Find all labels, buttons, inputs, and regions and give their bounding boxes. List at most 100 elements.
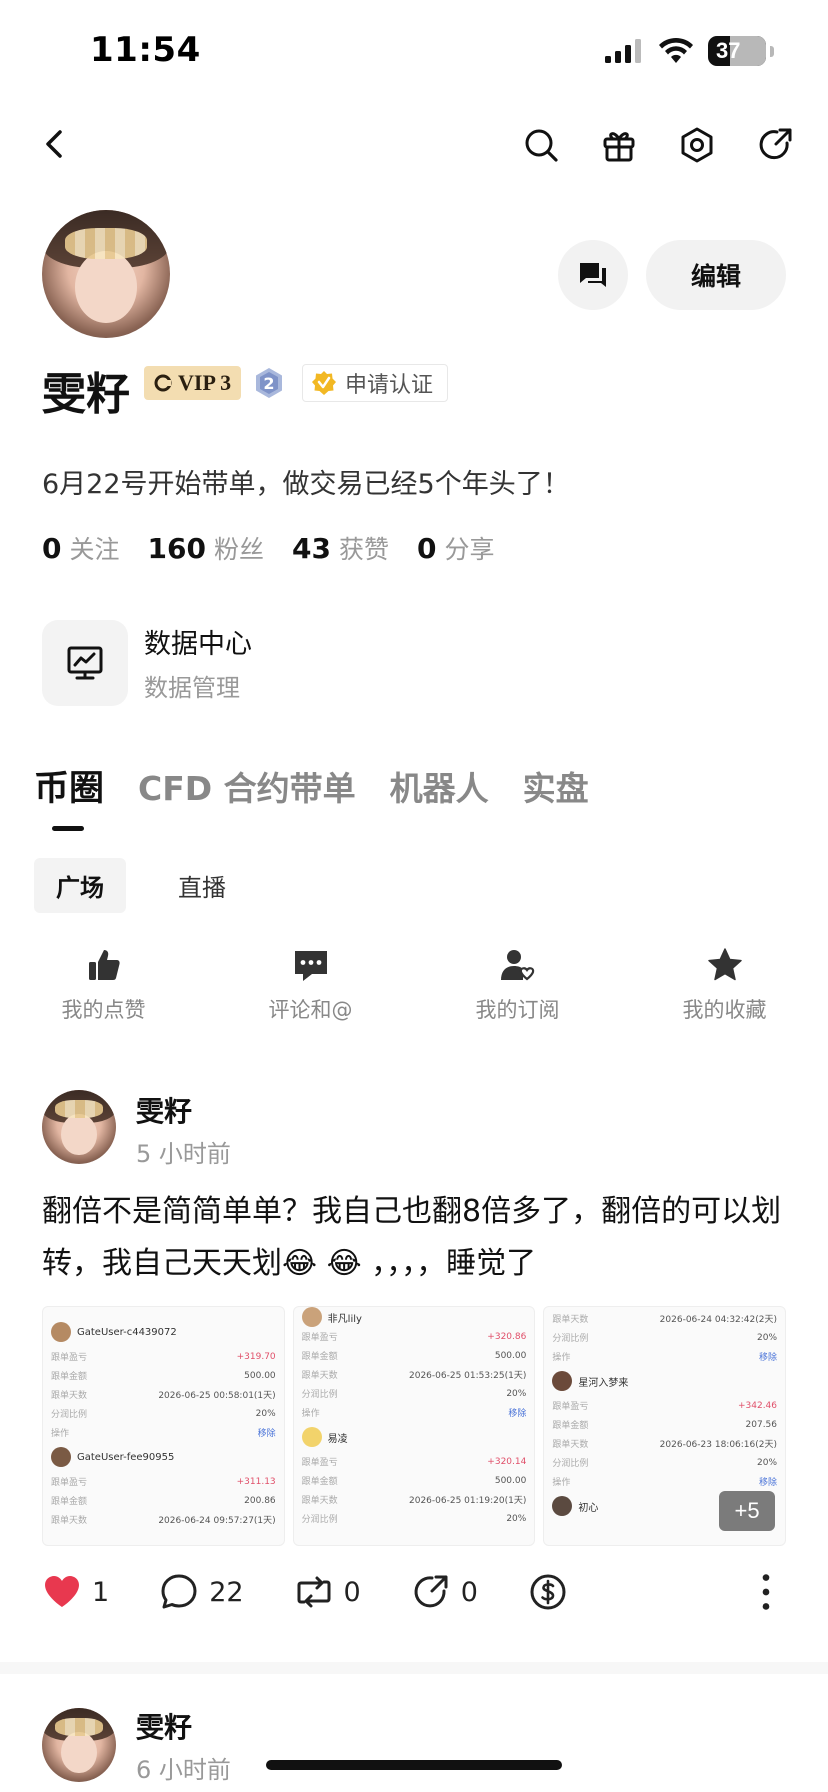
sub-tab-live[interactable]: 直播	[156, 858, 248, 913]
image-row-value: +319.70	[236, 1351, 276, 1362]
post-author-name[interactable]: 雯籽	[136, 1706, 192, 1746]
settings-icon[interactable]	[678, 126, 716, 164]
heart-icon	[45, 1576, 79, 1607]
stat-shares[interactable]: 0 分享	[417, 530, 495, 566]
image-row-label: 跟单天数	[552, 1440, 589, 1450]
more-options-button[interactable]	[746, 1572, 786, 1612]
data-center-button[interactable]	[42, 620, 128, 706]
image-row-label: 跟单天数	[51, 1516, 88, 1526]
stat-likes[interactable]: 43 获赞	[292, 530, 389, 566]
image-row-label: 跟单天数	[552, 1315, 589, 1325]
image-row-value: 500.00	[244, 1370, 276, 1381]
image-row-value: 20%	[255, 1408, 276, 1419]
data-center-subtitle: 数据管理	[144, 674, 240, 702]
image-row-label: 分润比例	[301, 1390, 338, 1400]
chevron-left-icon[interactable]	[34, 124, 74, 164]
signal-icon	[605, 39, 641, 63]
image-row-value: 2026-06-25 01:53:25(1天)	[409, 1371, 527, 1381]
image-row-value: 2026-06-25 01:19:20(1天)	[409, 1496, 527, 1506]
share-icon[interactable]	[756, 126, 794, 164]
nav-actions	[522, 126, 794, 164]
comment-icon	[294, 951, 327, 981]
post-divider	[0, 1662, 828, 1674]
post-image-grid: GateUser-c4439072 跟单盈亏 +319.70 跟单金额 500.00…	[42, 1306, 787, 1546]
image-row-label: 跟单金额	[301, 1477, 338, 1487]
comments-mentions-button[interactable]: 评论和@	[207, 946, 414, 1024]
stat-label: 获赞	[338, 535, 389, 564]
post-author-avatar[interactable]	[42, 1708, 116, 1782]
image-row-label: 跟单盈亏	[51, 1353, 88, 1363]
edit-profile-button[interactable]: 编辑	[646, 240, 786, 310]
image-row-value: 移除	[759, 1353, 778, 1363]
comment-count: 22	[209, 1576, 244, 1608]
message-button[interactable]	[558, 240, 628, 310]
username: 雯籽	[42, 369, 130, 420]
image-row-value: 207.56	[745, 1419, 778, 1430]
image-row-label: 跟单金额	[51, 1372, 88, 1382]
image-row-value: +311.13	[236, 1476, 276, 1487]
stat-following[interactable]: 0 关注	[42, 530, 120, 566]
image-username: 非凡lily	[327, 1313, 362, 1325]
image-username: 星河入梦来	[578, 1377, 629, 1389]
tab-bot[interactable]: 机器人	[390, 762, 489, 810]
message-icon	[580, 263, 606, 287]
share-count: 0	[460, 1576, 478, 1608]
image-row-label: 跟单天数	[301, 1496, 338, 1506]
image-row-value: 2026-06-23 18:06:16(2天)	[659, 1440, 778, 1450]
image-row-label: 跟单天数	[51, 1391, 88, 1401]
image-row-value: 移除	[759, 1478, 778, 1488]
tip-button[interactable]	[528, 1572, 568, 1612]
repost-button[interactable]: 0	[294, 1572, 361, 1612]
gift-icon[interactable]	[600, 126, 638, 164]
profile-stats: 0 关注 160 粉丝 43 获赞 0 分享	[42, 530, 494, 566]
tab-crypto[interactable]: 币圈	[34, 760, 104, 811]
image-row-label: 跟单盈亏	[301, 1333, 338, 1343]
comment-button[interactable]: 22	[159, 1572, 244, 1612]
post-text[interactable]: 翻倍不是简简单单？我自己也翻8倍多了，翻倍的可以划转，我自己天天划😂 😂 ，，，…	[42, 1186, 782, 1290]
sub-tab-square[interactable]: 广场	[34, 858, 126, 913]
image-row-value: +320.14	[487, 1456, 527, 1467]
battery-indicator: 37	[708, 36, 766, 66]
sub-tabs: 广场 直播	[34, 858, 248, 913]
avatar[interactable]	[42, 210, 170, 338]
subscribe-icon	[500, 950, 534, 981]
post-author-avatar[interactable]	[42, 1090, 116, 1164]
post-image[interactable]: 非凡lily 跟单盈亏 +320.86 跟单金额 500.00 跟单天数 2026-0…	[292, 1306, 536, 1546]
stat-label: 粉丝	[213, 535, 264, 564]
data-center-title[interactable]: 数据中心	[144, 622, 252, 661]
search-icon[interactable]	[522, 126, 560, 164]
my-subscriptions-button[interactable]: 我的订阅	[414, 946, 621, 1024]
tab-live-account[interactable]: 实盘	[523, 762, 589, 810]
quick-label: 我的订阅	[475, 998, 560, 1022]
post-time: 5 小时前	[136, 1140, 231, 1168]
tab-cfd-copy[interactable]: CFD 合约带单	[138, 762, 356, 810]
image-row-value: 2026-06-25 00:58:01(1天)	[158, 1391, 276, 1401]
wifi-icon	[659, 37, 693, 63]
repost-count: 0	[343, 1576, 361, 1608]
home-indicator[interactable]	[266, 1760, 562, 1770]
image-username: GateUser-c4439072	[77, 1326, 177, 1338]
more-images-badge[interactable]: +5	[719, 1491, 776, 1531]
my-favorites-button[interactable]: 我的收藏	[621, 946, 828, 1024]
share-button[interactable]: 0	[411, 1572, 478, 1612]
stat-label: 关注	[69, 535, 120, 564]
image-row-label: 跟单盈亏	[552, 1402, 589, 1412]
stat-followers[interactable]: 160 粉丝	[148, 530, 264, 566]
dollar-coin-icon	[530, 1574, 566, 1610]
my-likes-button[interactable]: 我的点赞	[0, 946, 207, 1024]
vip-logo-icon	[154, 374, 172, 392]
apply-verify-button[interactable]: 申请认证	[302, 364, 449, 402]
post-author-name[interactable]: 雯籽	[136, 1090, 192, 1130]
post-image[interactable]: GateUser-c4439072 跟单盈亏 +319.70 跟单金额 500.00…	[42, 1306, 285, 1546]
image-row-value: 20%	[757, 1332, 778, 1343]
post-image[interactable]: 跟单天数 2026-06-24 04:32:42(2天) 分润比例 20% 操作 移除…	[543, 1306, 787, 1546]
image-row-label: 分润比例	[552, 1459, 589, 1469]
stat-number: 160	[147, 532, 206, 565]
image-username: 易凌	[327, 1433, 348, 1445]
vip-label: VIP 3	[178, 370, 232, 395]
like-button[interactable]: 1	[42, 1572, 109, 1612]
image-row-label: 操作	[552, 1478, 571, 1488]
image-row-label: 跟单盈亏	[301, 1458, 338, 1468]
star-icon	[707, 948, 742, 981]
image-row-label: 跟单金额	[301, 1352, 338, 1362]
